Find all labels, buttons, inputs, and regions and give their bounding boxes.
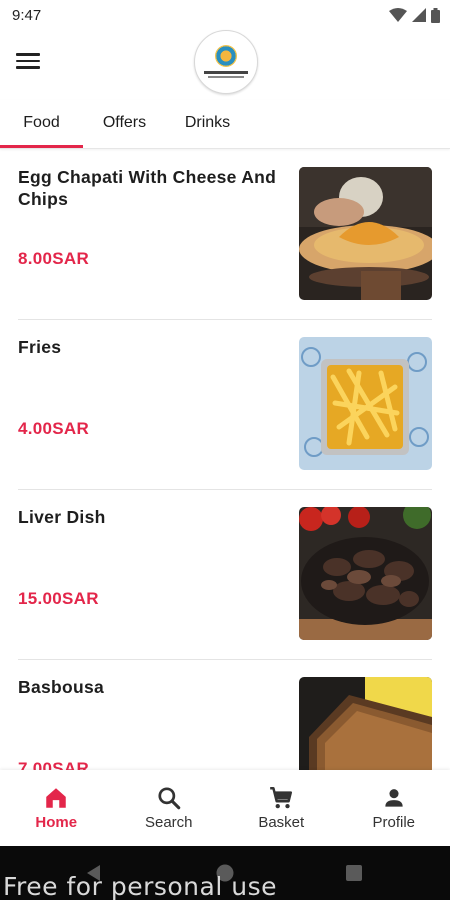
signal-icon bbox=[412, 8, 426, 22]
nav-basket[interactable]: Basket bbox=[225, 770, 338, 846]
menu-item-basbousa[interactable]: Basbousa 7.00SAR bbox=[18, 660, 432, 770]
liver-dish-photo bbox=[299, 507, 432, 640]
nav-label: Home bbox=[35, 814, 77, 831]
tab-offers[interactable]: Offers bbox=[83, 100, 166, 146]
menu-item-fries[interactable]: Fries 4.00SAR bbox=[18, 320, 432, 490]
person-icon bbox=[381, 785, 407, 811]
search-icon bbox=[156, 785, 182, 811]
battery-icon bbox=[431, 8, 440, 23]
status-bar: 9:47 bbox=[0, 0, 450, 30]
recents-icon[interactable] bbox=[346, 865, 362, 881]
egg-chapati-photo bbox=[299, 167, 432, 300]
app-bar bbox=[0, 30, 450, 95]
wifi-icon bbox=[389, 8, 407, 22]
item-price: 4.00SAR bbox=[18, 419, 89, 439]
item-name: Liver Dish bbox=[18, 506, 280, 528]
item-price: 7.00SAR bbox=[18, 759, 89, 770]
nav-label: Profile bbox=[372, 814, 415, 831]
item-name: Fries bbox=[18, 336, 280, 358]
basbousa-photo bbox=[299, 677, 432, 770]
nav-search[interactable]: Search bbox=[113, 770, 226, 846]
item-price: 15.00SAR bbox=[18, 589, 99, 609]
menu-item-liver-dish[interactable]: Liver Dish 15.00SAR bbox=[18, 490, 432, 660]
tab-food[interactable]: Food bbox=[0, 100, 83, 146]
bottom-navigation: Home Search Basket Profile bbox=[0, 770, 450, 846]
item-name: Basbousa bbox=[18, 676, 280, 698]
fries-photo bbox=[299, 337, 432, 470]
menu-item-egg-chapati[interactable]: Egg Chapati With Cheese And Chips 8.00SA… bbox=[18, 150, 432, 320]
status-time: 9:47 bbox=[12, 7, 41, 24]
tab-drinks[interactable]: Drinks bbox=[166, 100, 249, 146]
home-icon bbox=[43, 785, 69, 811]
nav-label: Basket bbox=[258, 814, 304, 831]
restaurant-logo bbox=[194, 30, 258, 94]
cart-icon bbox=[268, 785, 294, 811]
menu-icon[interactable] bbox=[16, 50, 40, 70]
nav-profile[interactable]: Profile bbox=[338, 770, 450, 846]
menu-list: Egg Chapati With Cheese And Chips 8.00SA… bbox=[0, 150, 450, 770]
status-icons bbox=[389, 8, 440, 23]
item-name: Egg Chapati With Cheese And Chips bbox=[18, 166, 280, 210]
category-tabs: Food Offers Drinks bbox=[0, 100, 450, 149]
watermark: Free for personal use bbox=[3, 872, 277, 901]
nav-home[interactable]: Home bbox=[0, 770, 113, 846]
item-price: 8.00SAR bbox=[18, 249, 89, 269]
nav-label: Search bbox=[145, 814, 193, 831]
